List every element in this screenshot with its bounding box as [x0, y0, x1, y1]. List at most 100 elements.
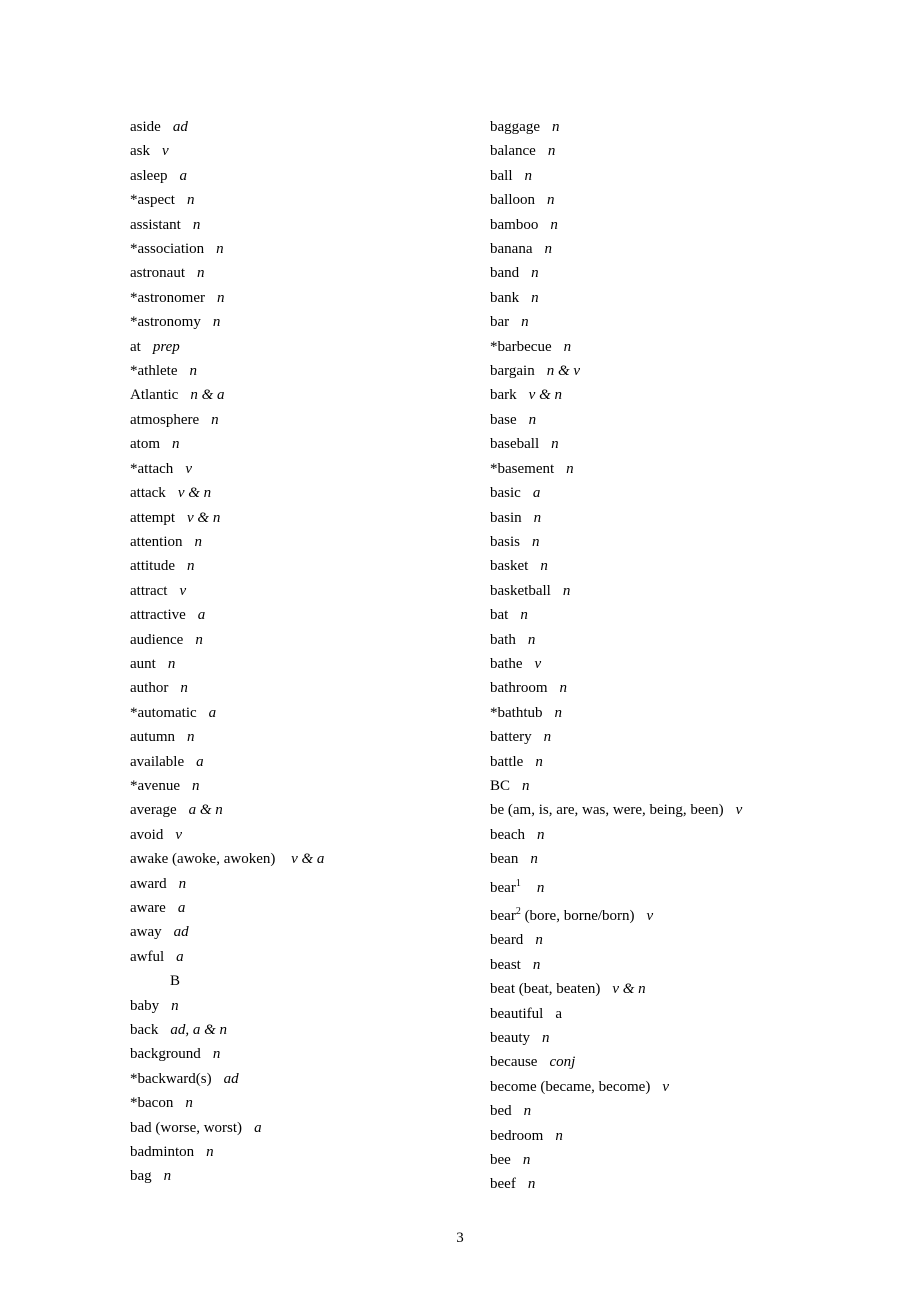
column-left: asideadaskvasleepa*aspectnassistantn*ass…: [130, 115, 490, 1197]
dictionary-entry: *athleten: [130, 359, 490, 383]
word: battery: [490, 729, 532, 745]
part-of-speech: v: [175, 827, 182, 843]
word: asleep: [130, 168, 167, 184]
word: bargain: [490, 363, 535, 379]
word: baggage: [490, 119, 540, 135]
word: bank: [490, 290, 519, 306]
dictionary-entry: batn: [490, 603, 850, 627]
word: because: [490, 1054, 537, 1070]
dictionary-entry: *avenuen: [130, 774, 490, 798]
part-of-speech: n: [531, 265, 539, 281]
part-of-speech: n: [535, 932, 543, 948]
part-of-speech: n: [530, 851, 538, 867]
part-of-speech: ad: [173, 119, 188, 135]
part-of-speech: n: [528, 1176, 536, 1192]
dictionary-entry: auntn: [130, 652, 490, 676]
dictionary-entry: bamboon: [490, 213, 850, 237]
dictionary-entry: barn: [490, 310, 850, 334]
dictionary-entry: attractivea: [130, 603, 490, 627]
part-of-speech: conj: [549, 1054, 575, 1070]
word: basic: [490, 485, 521, 501]
dictionary-entry: baggagen: [490, 115, 850, 139]
word: bedroom: [490, 1128, 543, 1144]
word: bean: [490, 851, 518, 867]
word: balance: [490, 143, 536, 159]
dictionary-entry: badmintonn: [130, 1140, 490, 1164]
word: attention: [130, 534, 183, 550]
part-of-speech: v: [162, 143, 169, 159]
part-of-speech: n: [213, 1046, 221, 1062]
part-of-speech: n: [555, 1128, 563, 1144]
word: away: [130, 924, 162, 940]
part-of-speech: n: [566, 461, 574, 477]
word: attack: [130, 485, 166, 501]
part-of-speech: n: [547, 192, 555, 208]
part-of-speech: n: [532, 534, 540, 550]
word: beard: [490, 932, 523, 948]
dictionary-entry: backgroundn: [130, 1042, 490, 1066]
part-of-speech: n: [216, 241, 224, 257]
word: attempt: [130, 510, 175, 526]
part-of-speech: n: [195, 632, 203, 648]
dictionary-entry: battlen: [490, 750, 850, 774]
dictionary-entry: be (am, is, are, was, were, being, been)…: [490, 798, 850, 822]
word: Atlantic: [130, 387, 178, 403]
dictionary-entry: basen: [490, 408, 850, 432]
word: basin: [490, 510, 522, 526]
dictionary-entry: bedroom n: [490, 1124, 850, 1148]
section-heading: B: [130, 969, 490, 993]
dictionary-entry: *astronomyn: [130, 310, 490, 334]
part-of-speech: n: [542, 1030, 550, 1046]
word: assistant: [130, 217, 181, 233]
word: *association: [130, 241, 204, 257]
part-of-speech: n: [180, 680, 188, 696]
part-of-speech: v: [534, 656, 541, 672]
part-of-speech: v: [662, 1079, 669, 1095]
word: awake (awoke, awoken): [130, 851, 279, 867]
word: *automatic: [130, 705, 197, 721]
dictionary-entry: bananan: [490, 237, 850, 261]
dictionary-entry: battery n: [490, 725, 850, 749]
word: bear: [490, 880, 516, 896]
word-forms: (bore, borne/born): [521, 908, 635, 924]
word: be (am, is, are, was, were, being, been): [490, 802, 724, 818]
part-of-speech: n: [544, 241, 552, 257]
dictionary-entry: atomn: [130, 432, 490, 456]
dictionary-entry: basketn: [490, 554, 850, 578]
word: *backward(s): [130, 1071, 212, 1087]
dictionary-entry: balloonn: [490, 188, 850, 212]
part-of-speech: n: [217, 290, 225, 306]
dictionary-entry: beautifula: [490, 1002, 850, 1026]
word: *barbecue: [490, 339, 552, 355]
dictionary-entry: bear1n: [490, 872, 850, 900]
part-of-speech: n: [537, 880, 545, 896]
part-of-speech: n: [187, 729, 195, 745]
part-of-speech: n: [164, 1168, 172, 1184]
part-of-speech: ad: [224, 1071, 239, 1087]
word: *bacon: [130, 1095, 173, 1111]
part-of-speech: a & n: [189, 802, 223, 818]
word: become (became, become): [490, 1079, 650, 1095]
word: attract: [130, 583, 167, 599]
word: at: [130, 339, 141, 355]
word: bathroom: [490, 680, 548, 696]
dictionary-entry: basica: [490, 481, 850, 505]
dictionary-entry: beardn: [490, 928, 850, 952]
part-of-speech: v & n: [187, 510, 220, 526]
word: available: [130, 754, 184, 770]
part-of-speech: n: [189, 363, 197, 379]
word: banana: [490, 241, 532, 257]
dictionary-entry: basisn: [490, 530, 850, 554]
word: BC: [490, 778, 510, 794]
word: aunt: [130, 656, 156, 672]
part-of-speech: n: [520, 607, 528, 623]
part-of-speech: n: [544, 729, 552, 745]
word: *attach: [130, 461, 173, 477]
part-of-speech: a: [198, 607, 206, 623]
dictionary-entry: awfula: [130, 945, 490, 969]
word: audience: [130, 632, 183, 648]
dictionary-entry: assistantn: [130, 213, 490, 237]
part-of-speech: v & n: [529, 387, 562, 403]
word: basketball: [490, 583, 551, 599]
dictionary-entry: attractv: [130, 579, 490, 603]
